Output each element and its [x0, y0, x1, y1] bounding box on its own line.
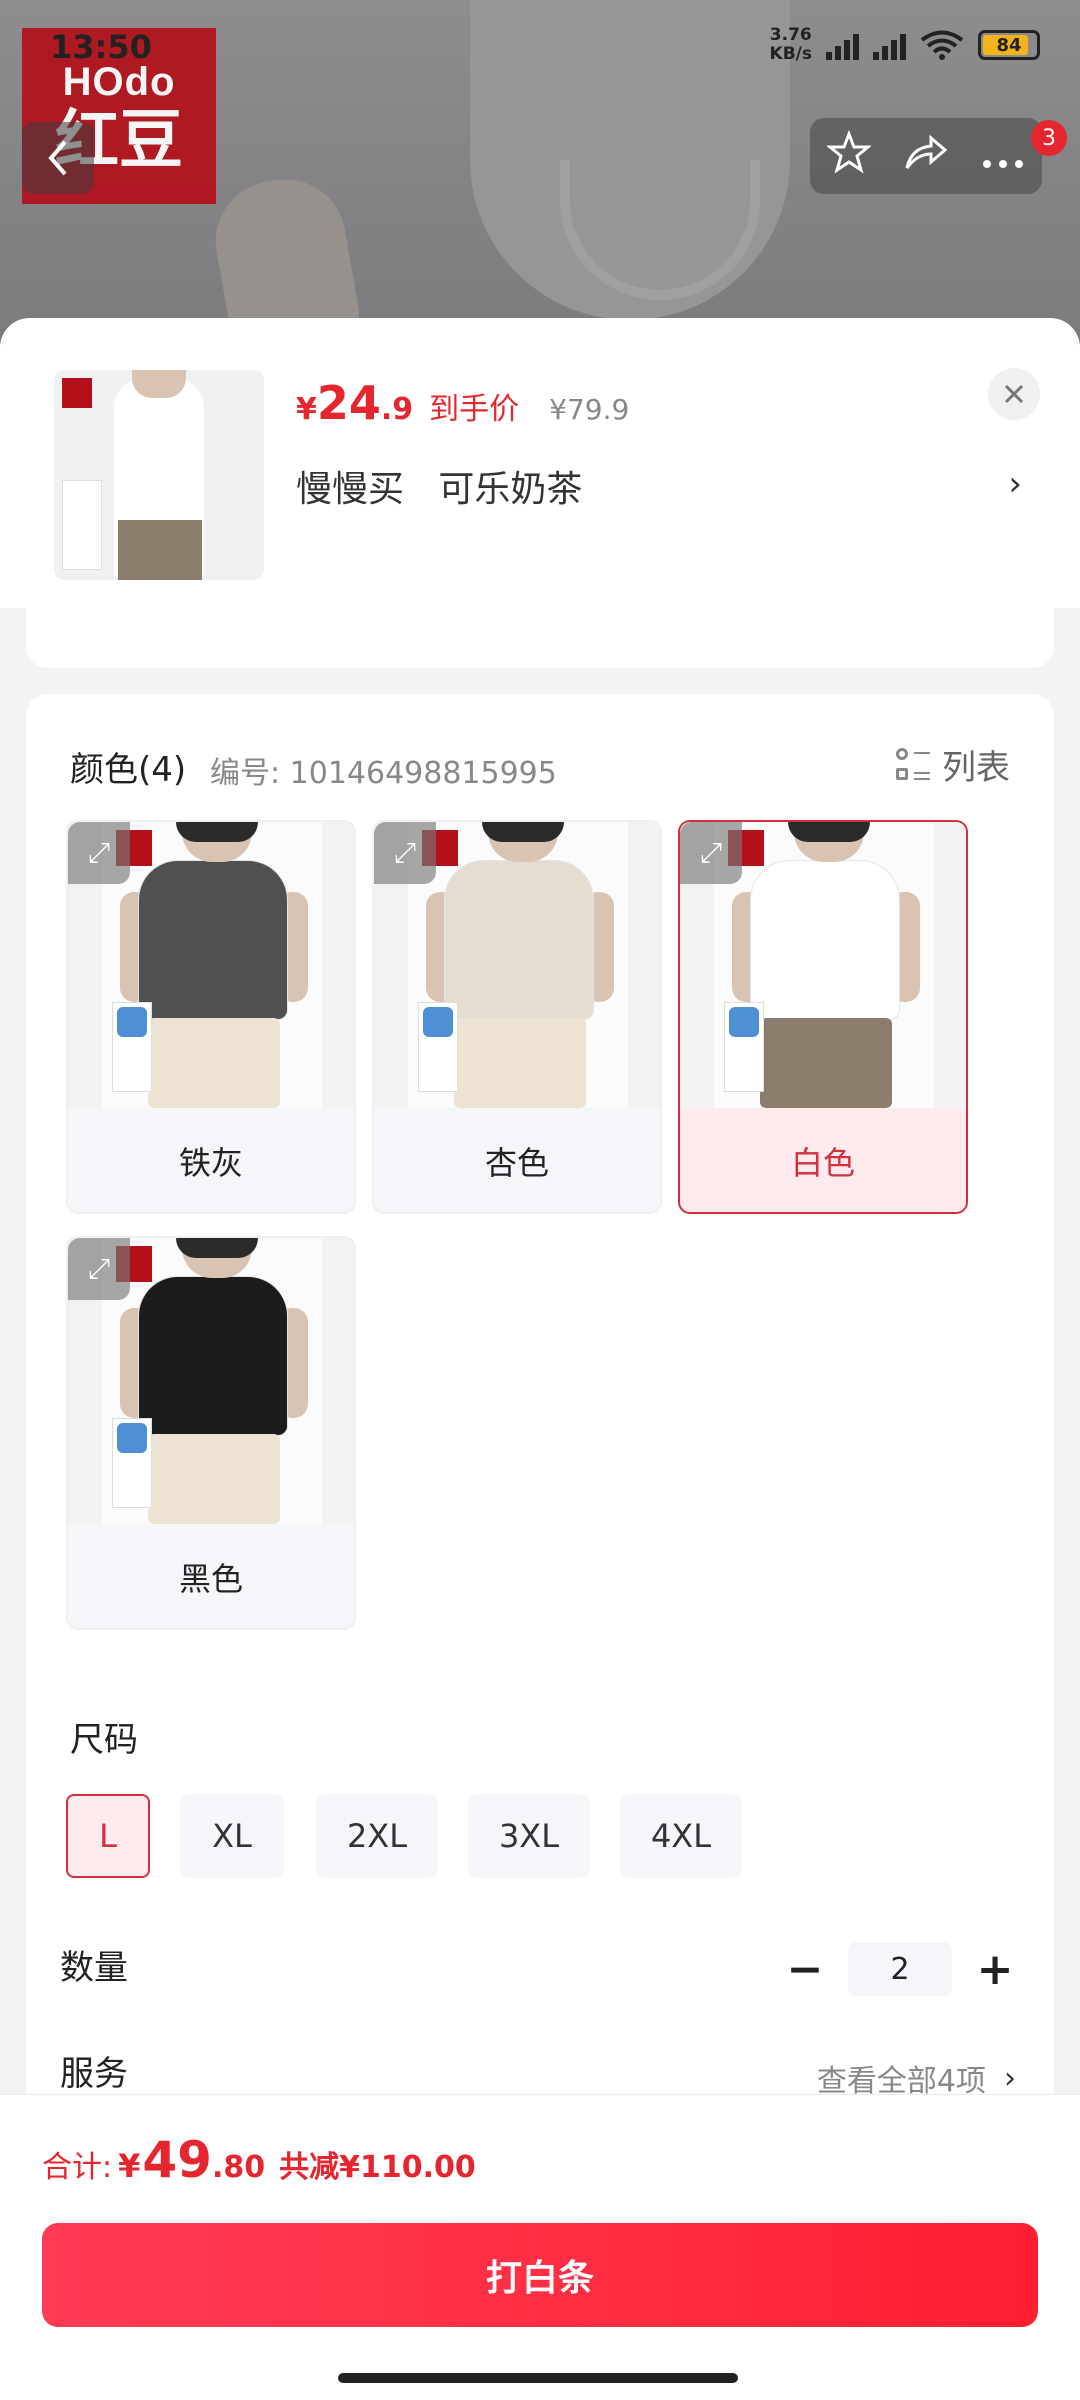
- chevron-left-icon: [48, 140, 67, 176]
- expand-icon[interactable]: ⤢: [374, 822, 436, 884]
- buy-button[interactable]: 打白条: [42, 2223, 1038, 2327]
- sku-selector-sheet: ¥ 24 .9 到手价 ¥79.9 慢慢买 可乐奶茶 › 颜色(4) 编号: 1…: [0, 318, 1080, 2400]
- color-section-title: 颜色(4): [70, 750, 187, 790]
- price-tag: 到手价: [429, 392, 520, 427]
- selected-spec-link[interactable]: 慢慢买 可乐奶茶: [296, 460, 582, 512]
- close-icon: [1004, 384, 1024, 404]
- signal-icon: [826, 30, 859, 60]
- size-option[interactable]: 3XL: [468, 1794, 590, 1878]
- color-option-label: 铁灰: [178, 1144, 243, 1182]
- size-option[interactable]: L: [66, 1794, 150, 1878]
- home-indicator[interactable]: [338, 2373, 738, 2383]
- back-button[interactable]: [22, 122, 94, 194]
- total-price-line: 合计: ¥ 49 .80 共减¥110.00: [42, 2131, 476, 2189]
- checkout-footer: 合计: ¥ 49 .80 共减¥110.00 打白条: [0, 2094, 1080, 2400]
- status-time: 13:50: [50, 28, 152, 66]
- network-speed: 3.76 KB/s: [769, 25, 812, 64]
- color-option[interactable]: ⤢ 铁灰: [66, 820, 356, 1214]
- price-value: 24: [316, 376, 381, 430]
- service-label: 服务: [60, 2054, 128, 2094]
- size-option[interactable]: XL: [180, 1794, 284, 1878]
- notification-badge: 3: [1031, 120, 1067, 156]
- share-icon: [905, 134, 948, 169]
- previous-section-card: [26, 608, 1054, 668]
- status-bar: 13:50 3.76 KB/s 84: [0, 0, 1080, 90]
- product-code: 编号: 10146498815995: [210, 756, 557, 791]
- price-line: ¥ 24 .9 到手价 ¥79.9: [296, 376, 630, 430]
- star-icon: [825, 129, 872, 174]
- expand-icon[interactable]: ⤢: [680, 822, 742, 884]
- more-icon: [983, 160, 1024, 168]
- color-option-label: 杏色: [484, 1144, 549, 1182]
- decrease-button[interactable]: −: [780, 1944, 830, 1995]
- quantity-label: 数量: [60, 1948, 128, 1988]
- expand-icon[interactable]: ⤢: [68, 1238, 130, 1300]
- quantity-stepper: − 2 +: [780, 1942, 1020, 1996]
- size-section-title: 尺码: [70, 1720, 138, 1760]
- list-icon: [896, 747, 930, 782]
- color-option[interactable]: ⤢ 黑色: [66, 1236, 356, 1630]
- close-button[interactable]: [988, 368, 1040, 420]
- chevron-right-icon[interactable]: ›: [1008, 464, 1022, 504]
- increase-button[interactable]: +: [970, 1944, 1020, 1995]
- size-option[interactable]: 2XL: [316, 1794, 438, 1878]
- product-thumbnail[interactable]: [54, 370, 264, 580]
- chevron-right-icon: ›: [1004, 2060, 1016, 2096]
- wifi-icon: [920, 30, 964, 60]
- color-option-label: 白色: [790, 1144, 855, 1182]
- discount-amount: 共减¥110.00: [279, 2150, 476, 2185]
- top-action-bar: [810, 118, 1042, 194]
- signal-icon: [873, 30, 906, 60]
- expand-icon[interactable]: ⤢: [68, 822, 130, 884]
- more-button[interactable]: [973, 134, 1033, 178]
- color-option[interactable]: ⤢ 白色: [678, 820, 968, 1214]
- quantity-input[interactable]: 2: [848, 1942, 952, 1996]
- battery-icon: 84: [978, 30, 1040, 60]
- sheet-header: ¥ 24 .9 到手价 ¥79.9 慢慢买 可乐奶茶 ›: [0, 318, 1080, 608]
- color-option[interactable]: ⤢ 杏色: [372, 820, 662, 1214]
- favorite-button[interactable]: [819, 129, 879, 183]
- size-option[interactable]: 4XL: [620, 1794, 742, 1878]
- total-value: 49: [142, 2131, 212, 2189]
- original-price: ¥79.9: [549, 393, 630, 426]
- list-view-toggle[interactable]: 列表: [896, 740, 1010, 789]
- color-option-label: 黑色: [178, 1560, 243, 1598]
- share-button[interactable]: [896, 130, 956, 183]
